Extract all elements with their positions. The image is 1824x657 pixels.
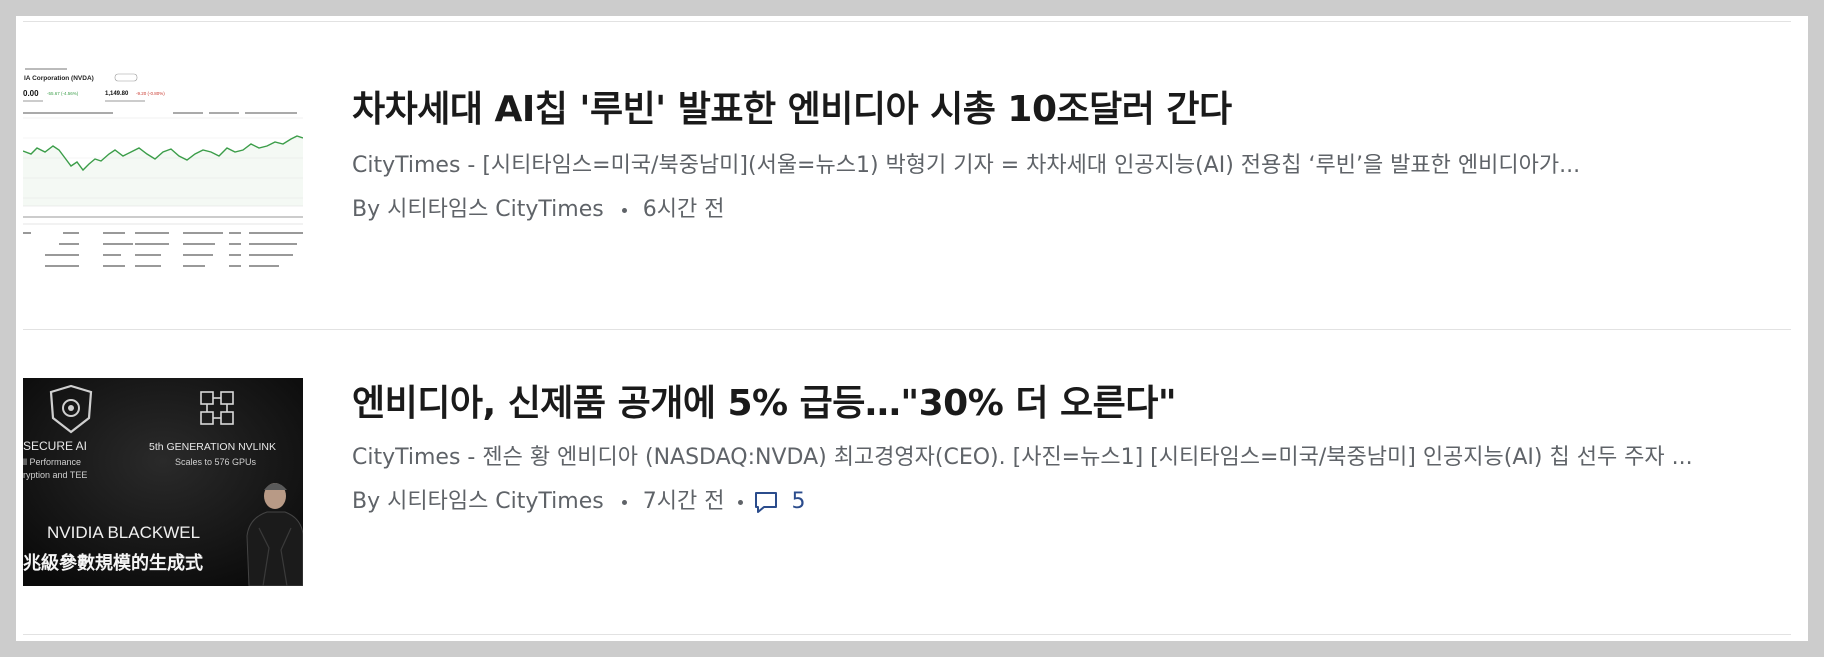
news-article: SECURE AI ll Performance ryption and TEE… xyxy=(23,378,1791,588)
article-text: 차차세대 AI칩 '루빈' 발표한 엔비디아 시총 10조달러 간다 CityT… xyxy=(352,66,1791,226)
comments-link[interactable]: 5 xyxy=(753,486,805,518)
separator-dot xyxy=(621,207,627,213)
photo-left-sub1: ll Performance xyxy=(23,457,81,467)
article-title[interactable]: 엔비디아, 신제품 공개에 5% 급등…"30% 더 오른다" xyxy=(352,382,1791,426)
separator-dot xyxy=(621,499,627,505)
article-title[interactable]: 차차세대 AI칩 '루빈' 발표한 엔비디아 시총 10조달러 간다 xyxy=(352,88,1791,132)
article-meta: By 시티타임스 CityTimes 6시간 전 xyxy=(352,194,1791,226)
article-thumbnail-stock-chart[interactable]: IA Corporation (NVDA) 0.00 -55.67 (-4.56… xyxy=(23,66,303,274)
divider xyxy=(23,634,1791,635)
photo-left-sub2: ryption and TEE xyxy=(23,470,87,480)
comment-icon xyxy=(755,492,778,513)
article-thumbnail-photo[interactable]: SECURE AI ll Performance ryption and TEE… xyxy=(23,378,303,586)
comment-count: 5 xyxy=(791,489,806,514)
article-author[interactable]: By 시티타임스 CityTimes xyxy=(352,486,604,518)
photo-right-title: 5th GENERATION NVLINK xyxy=(149,441,276,453)
photo-left-title: SECURE AI xyxy=(23,439,87,453)
chart-change: -55.67 (-4.56%) xyxy=(47,91,79,96)
photo-brand-text: NVIDIA BLACKWEL xyxy=(47,523,200,542)
separator-dot xyxy=(738,499,744,505)
divider xyxy=(23,329,1791,330)
photo-right-sub: Scales to 576 GPUs xyxy=(175,457,257,467)
chart-after-change: -9.20 (-0.80%) xyxy=(136,91,165,96)
news-feed-panel: IA Corporation (NVDA) 0.00 -55.67 (-4.56… xyxy=(16,16,1808,641)
article-text: 엔비디아, 신제품 공개에 5% 급등…"30% 더 오른다" CityTime… xyxy=(352,378,1791,518)
article-summary: CityTimes - [시티타임스=미국/북중남미](서울=뉴스1) 박형기 … xyxy=(352,153,1581,178)
article-meta: By 시티타임스 CityTimes 7시간 전 5 xyxy=(352,486,1791,518)
article-author[interactable]: By 시티타임스 CityTimes xyxy=(352,194,604,226)
article-time: 6시간 전 xyxy=(642,197,725,222)
news-article: IA Corporation (NVDA) 0.00 -55.67 (-4.56… xyxy=(23,66,1791,276)
chart-after-price: 1,149.80 xyxy=(105,91,129,97)
photo-caption-text: 兆級參數規模的生成式 xyxy=(23,552,203,574)
article-summary: CityTimes - 젠슨 황 엔비디아 (NASDAQ:NVDA) 최고경영… xyxy=(352,445,1693,470)
stock-chart-thumbnail: IA Corporation (NVDA) 0.00 -55.67 (-4.56… xyxy=(23,66,303,274)
chart-company-name: IA Corporation (NVDA) xyxy=(24,75,94,82)
chart-price: 0.00 xyxy=(23,89,39,98)
article-time: 7시간 전 xyxy=(642,489,725,514)
divider xyxy=(23,21,1791,22)
nvidia-presentation-photo: SECURE AI ll Performance ryption and TEE… xyxy=(23,378,303,586)
